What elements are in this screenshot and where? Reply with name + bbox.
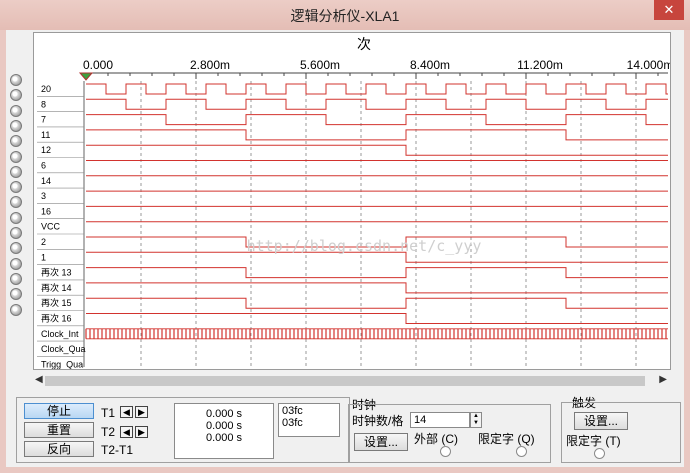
control-panel: 停止 重置 反向 T1 ◀ ▶ T2 ◀ ▶ T2-T1 0.000 s 0.0… bbox=[6, 392, 684, 467]
clock-setup-button[interactable]: 设置... bbox=[354, 433, 408, 451]
signal-label: 2 bbox=[41, 237, 46, 247]
external-label: 外部 (C) bbox=[414, 432, 458, 446]
close-icon: ✕ bbox=[663, 2, 675, 17]
signal-label: Clock_Qua bbox=[41, 344, 86, 354]
input-port-icon[interactable] bbox=[10, 227, 22, 239]
signal-label: 12 bbox=[41, 145, 51, 155]
clocks-per-div-input[interactable]: 14 bbox=[410, 412, 470, 428]
input-port-icon[interactable] bbox=[10, 303, 22, 316]
input-port-icon[interactable] bbox=[10, 150, 22, 163]
t1-hex: 03fc bbox=[282, 405, 303, 417]
scroll-right-icon[interactable]: ▶ bbox=[659, 374, 667, 385]
signal-label: Clock_Int bbox=[41, 329, 79, 339]
tick-label: 8.400m bbox=[410, 58, 450, 72]
signal-label: 16 bbox=[41, 206, 51, 216]
external-radio[interactable] bbox=[440, 446, 451, 457]
t2-label: T2 bbox=[101, 425, 116, 439]
window-title: 逻辑分析仪-XLA1 bbox=[290, 8, 400, 24]
signal-label: VCC bbox=[41, 222, 61, 232]
input-port-icon[interactable] bbox=[10, 165, 22, 178]
signal-label: 8 bbox=[41, 99, 46, 109]
input-port-icon[interactable] bbox=[10, 211, 22, 224]
trigger-qualifier-label: 限定字 (T) bbox=[566, 434, 621, 448]
spinner-icon[interactable]: ▲ ▼ bbox=[470, 412, 482, 428]
signal-label: 3 bbox=[41, 191, 46, 201]
clock-qualifier-label: 限定字 (Q) bbox=[478, 432, 535, 446]
scroll-left-icon[interactable]: ◀ bbox=[35, 374, 43, 385]
waveform-display[interactable]: 次 0.000 2.800m 5.600m 8.400m 11.200m 14.000m 20… bbox=[33, 32, 671, 370]
time-readout: 0.000 s 0.000 s 0.000 s bbox=[174, 403, 274, 459]
t1-label: T1 bbox=[101, 406, 116, 420]
watermark: http://blog.csdn.net/c_yyy bbox=[247, 237, 482, 255]
tick-label: 11.200m bbox=[517, 58, 563, 72]
input-port-icon[interactable] bbox=[10, 104, 22, 117]
tick-label: 0.000 bbox=[83, 58, 113, 72]
t2-hex: 03fc bbox=[282, 417, 303, 429]
header-label: 次 bbox=[357, 37, 371, 53]
signal-label: 14 bbox=[41, 176, 51, 186]
t2-t1-time: 0.000 s bbox=[205, 432, 243, 444]
signal-label: 再次 15 bbox=[41, 297, 72, 308]
waveform-svg: 次 0.000 2.800m 5.600m 8.400m 11.200m 14.000m 20… bbox=[37, 37, 670, 369]
clock-qualifier-radio[interactable] bbox=[516, 446, 527, 457]
reverse-button[interactable]: 反向 bbox=[24, 441, 94, 457]
t1-right-arrow-icon[interactable]: ▶ bbox=[135, 406, 148, 418]
t1-time: 0.000 s bbox=[205, 408, 243, 420]
hex-readout: 03fc 03fc bbox=[278, 403, 340, 437]
t2-right-arrow-icon[interactable]: ▶ bbox=[135, 426, 148, 438]
input-port-icon[interactable] bbox=[10, 119, 22, 132]
reset-button[interactable]: 重置 bbox=[24, 422, 94, 438]
trigger-setup-button[interactable]: 设置... bbox=[574, 412, 628, 430]
t1-left-arrow-icon[interactable]: ◀ bbox=[120, 406, 133, 418]
signal-label: 再次 14 bbox=[41, 282, 72, 293]
signal-label: 1 bbox=[41, 252, 46, 262]
signal-label: 7 bbox=[41, 115, 46, 125]
horizontal-scrollbar[interactable]: ◀ ▶ bbox=[33, 373, 669, 389]
tick-label: 14.000m bbox=[627, 58, 670, 72]
signal-label: 11 bbox=[41, 130, 50, 140]
input-port-icon[interactable] bbox=[10, 272, 22, 285]
clock-trace bbox=[85, 328, 667, 339]
t2-time: 0.000 s bbox=[205, 420, 243, 432]
signal-label: 再次 16 bbox=[41, 313, 72, 324]
input-port-icon[interactable] bbox=[10, 74, 22, 86]
t2-t1-label: T2-T1 bbox=[101, 443, 134, 457]
signal-label: 6 bbox=[41, 161, 46, 171]
tick-label: 2.800m bbox=[190, 58, 230, 72]
clocks-per-div-label: 时钟数/格 bbox=[352, 414, 404, 428]
title-bar: 逻辑分析仪-XLA1 ✕ bbox=[0, 0, 690, 30]
t2-left-arrow-icon[interactable]: ◀ bbox=[120, 426, 133, 438]
trigger-qualifier-radio[interactable] bbox=[594, 448, 605, 459]
cursor-marker bbox=[78, 72, 94, 81]
input-port-icon[interactable] bbox=[10, 257, 22, 270]
signal-label: 20 bbox=[41, 84, 51, 94]
signal-label: 再次 13 bbox=[41, 267, 72, 278]
signal-label: Trigg_Qua bbox=[41, 359, 83, 369]
close-button[interactable]: ✕ bbox=[654, 0, 684, 20]
scroll-thumb[interactable] bbox=[45, 376, 645, 386]
tick-label: 5.600m bbox=[300, 58, 340, 72]
stop-button[interactable]: 停止 bbox=[24, 403, 94, 419]
input-port-icon[interactable] bbox=[10, 181, 22, 194]
